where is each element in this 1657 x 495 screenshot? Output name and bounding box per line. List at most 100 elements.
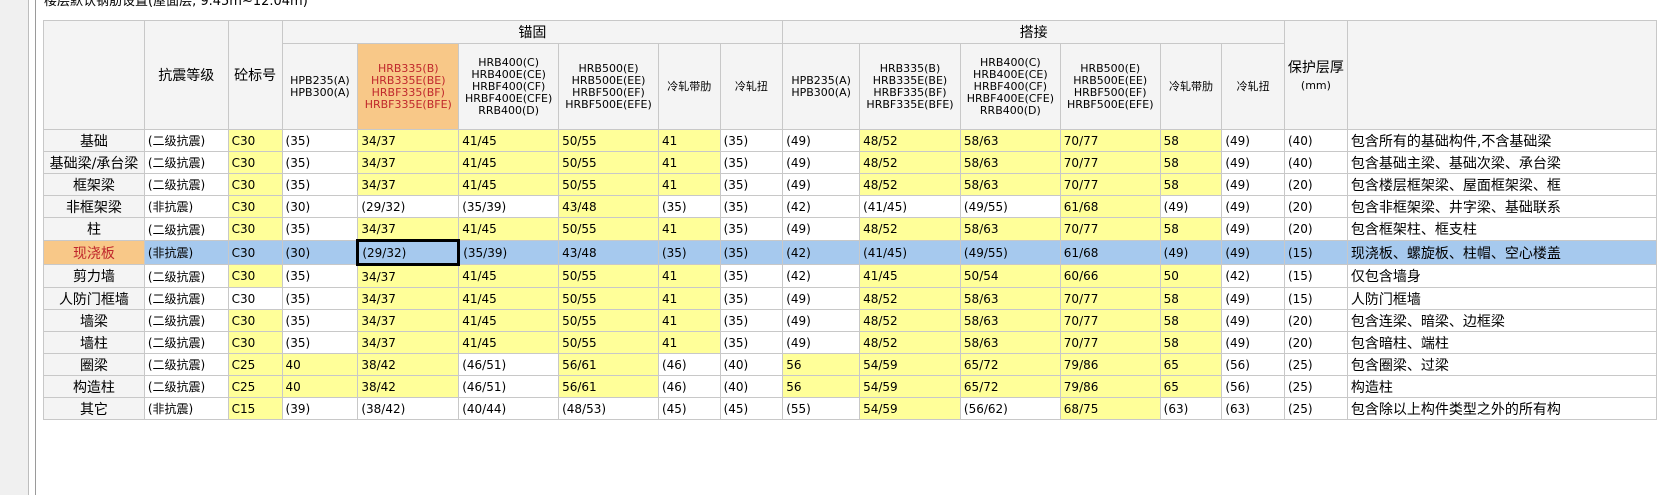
cell-concrete[interactable]: C30: [227, 331, 283, 354]
col-header-lap-2[interactable]: HRB400(C) HRB400E(CE) HRBF400(CF) HRBF400E(…: [959, 43, 1061, 130]
table-row[interactable]: 现浇板 (非抗震) C30 (30) (29/32) (35/39) 43/48 (35) (3…: [43, 239, 1657, 266]
cell-lap-length[interactable]: 58: [1159, 331, 1223, 354]
cell-anchor-length[interactable]: 41: [657, 151, 721, 174]
cell-lap-length[interactable]: 70/77: [1059, 287, 1161, 310]
cell-concrete[interactable]: C30: [227, 309, 283, 332]
cell-lap-length[interactable]: (56/62): [959, 397, 1061, 420]
cell-lap-length[interactable]: 50/54: [959, 264, 1061, 288]
cell-lap-length[interactable]: 65: [1159, 353, 1223, 376]
cell-anchor-length[interactable]: (35/39): [458, 195, 560, 218]
cell-concrete[interactable]: C30: [227, 217, 283, 241]
row-header-component[interactable]: 墙柱: [43, 331, 145, 354]
cell-anchor-length[interactable]: (40/44): [458, 397, 560, 420]
cell-anchor-length[interactable]: (35/39): [458, 240, 560, 265]
cell-anchor-length[interactable]: 34/37: [357, 217, 460, 241]
cell-anchor-length[interactable]: 50/55: [558, 309, 659, 332]
cell-lap-length[interactable]: 54/59: [859, 375, 961, 398]
cell-lap-length[interactable]: 50: [1159, 264, 1223, 288]
cell-description[interactable]: 包含暗柱、端柱: [1346, 331, 1657, 354]
cell-anchor-length[interactable]: 40: [281, 353, 359, 376]
cell-lap-length[interactable]: (42): [1221, 264, 1285, 288]
cell-anchor-length[interactable]: 50/55: [558, 129, 659, 152]
cell-cover[interactable]: (20): [1283, 195, 1348, 218]
cell-anchor-length[interactable]: 43/48: [558, 240, 659, 265]
cell-anchor-length[interactable]: (35): [281, 264, 359, 288]
cell-description[interactable]: 包含基础主梁、基础次梁、承台梁: [1346, 151, 1657, 174]
cell-lap-length[interactable]: (49): [782, 151, 861, 174]
cell-anchor-length[interactable]: 34/37: [357, 173, 460, 196]
cell-cover[interactable]: (20): [1283, 309, 1348, 332]
cell-anchor-length[interactable]: 41/45: [458, 217, 560, 241]
cell-lap-length[interactable]: (56): [1221, 375, 1285, 398]
col-header-seismic[interactable]: 抗震等级: [143, 20, 229, 130]
cell-anchor-length[interactable]: (30): [281, 240, 359, 265]
col-header-anchor-1[interactable]: HRB335(B) HRB335E(BE) HRBF335(BF) HRBF335E(…: [357, 43, 460, 130]
table-row[interactable]: 框架梁 (二级抗震) C30 (35) 34/37 41/45 50/55 41 (35) (49…: [43, 173, 1657, 196]
cell-anchor-length[interactable]: 41: [657, 331, 721, 354]
row-header-component[interactable]: 柱: [43, 217, 145, 241]
cell-lap-length[interactable]: (42): [782, 240, 861, 265]
cell-lap-length[interactable]: 70/77: [1059, 129, 1161, 152]
cell-lap-length[interactable]: (42): [782, 195, 861, 218]
cell-anchor-length[interactable]: (45): [719, 397, 784, 420]
cell-lap-length[interactable]: 65/72: [959, 375, 1061, 398]
cell-anchor-length[interactable]: (35): [719, 264, 784, 288]
cell-seismic[interactable]: (二级抗震): [143, 129, 229, 152]
cell-cover[interactable]: (40): [1283, 129, 1348, 152]
table-row[interactable]: 基础梁/承台梁 (二级抗震) C30 (35) 34/37 41/45 50/55 41 (35…: [43, 151, 1657, 174]
cell-seismic[interactable]: (二级抗震): [143, 331, 229, 354]
cell-anchor-length[interactable]: 34/37: [357, 331, 460, 354]
cell-anchor-length[interactable]: (35): [657, 195, 721, 218]
col-header-lap-4[interactable]: 冷轧带肋: [1159, 43, 1223, 130]
cell-anchor-length[interactable]: (35): [719, 309, 784, 332]
cell-anchor-length[interactable]: 41/45: [458, 264, 560, 288]
cell-description[interactable]: 仅包含墙身: [1346, 264, 1657, 288]
cell-anchor-length[interactable]: (35): [719, 217, 784, 241]
row-header-component[interactable]: 墙梁: [43, 309, 145, 332]
cell-lap-length[interactable]: 65: [1159, 375, 1223, 398]
cell-cover[interactable]: (40): [1283, 151, 1348, 174]
cell-anchor-length[interactable]: 34/37: [357, 309, 460, 332]
cell-concrete[interactable]: C15: [227, 397, 283, 420]
cell-anchor-length[interactable]: (35): [719, 151, 784, 174]
cell-anchor-length[interactable]: 34/37: [357, 151, 460, 174]
cell-lap-length[interactable]: 58: [1159, 309, 1223, 332]
cell-seismic[interactable]: (二级抗震): [143, 217, 229, 241]
row-header-component[interactable]: 现浇板: [43, 240, 145, 265]
cell-lap-length[interactable]: 68/75: [1059, 397, 1161, 420]
table-row[interactable]: 柱 (二级抗震) C30 (35) 34/37 41/45 50/55 41 (35) (49) 4…: [43, 217, 1657, 241]
cell-anchor-length[interactable]: (30): [281, 195, 359, 218]
cell-anchor-length[interactable]: (35): [281, 129, 359, 152]
cell-lap-length[interactable]: (49): [1221, 287, 1285, 310]
cell-anchor-length[interactable]: 41/45: [458, 151, 560, 174]
col-header-anchor-0[interactable]: HPB235(A) HPB300(A): [281, 43, 359, 130]
cell-lap-length[interactable]: (49): [1221, 173, 1285, 196]
col-header-lap-5[interactable]: 冷轧扭: [1221, 43, 1285, 130]
cell-anchor-length[interactable]: (46/51): [458, 353, 560, 376]
cell-cover[interactable]: (20): [1283, 331, 1348, 354]
cell-description[interactable]: 包含圈梁、过梁: [1346, 353, 1657, 376]
cell-description[interactable]: 包含所有的基础构件,不含基础梁: [1346, 129, 1657, 152]
cell-lap-length[interactable]: 54/59: [859, 397, 961, 420]
table-row[interactable]: 人防门框墙 (二级抗震) C30 (35) 34/37 41/45 50/55 41 (35)(…: [43, 287, 1657, 310]
cell-cover[interactable]: (25): [1283, 397, 1348, 420]
row-header-component[interactable]: 框架梁: [43, 173, 145, 196]
cell-anchor-length[interactable]: 50/55: [558, 331, 659, 354]
cell-anchor-length[interactable]: (35): [281, 173, 359, 196]
cell-description[interactable]: 包含连梁、暗梁、边框梁: [1346, 309, 1657, 332]
cell-seismic[interactable]: (非抗震): [143, 397, 229, 420]
cell-lap-length[interactable]: 58: [1159, 173, 1223, 196]
cell-lap-length[interactable]: (63): [1159, 397, 1223, 420]
cell-anchor-length[interactable]: (35): [719, 240, 784, 265]
cell-anchor-length[interactable]: 41/45: [458, 331, 560, 354]
cell-concrete[interactable]: C30: [227, 173, 283, 196]
table-row[interactable]: 墙柱 (二级抗震) C30 (35) 34/37 41/45 50/55 41 (35) (49)…: [43, 331, 1657, 354]
row-header-component[interactable]: 基础: [43, 129, 145, 152]
cell-anchor-length[interactable]: (29/32): [357, 195, 460, 218]
cell-lap-length[interactable]: 70/77: [1059, 217, 1161, 241]
cell-anchor-length[interactable]: 40: [281, 375, 359, 398]
cell-anchor-length[interactable]: (40): [719, 353, 784, 376]
cell-anchor-length[interactable]: 50/55: [558, 151, 659, 174]
cell-lap-length[interactable]: (41/45): [859, 195, 961, 218]
cell-lap-length[interactable]: (49): [1159, 240, 1223, 265]
